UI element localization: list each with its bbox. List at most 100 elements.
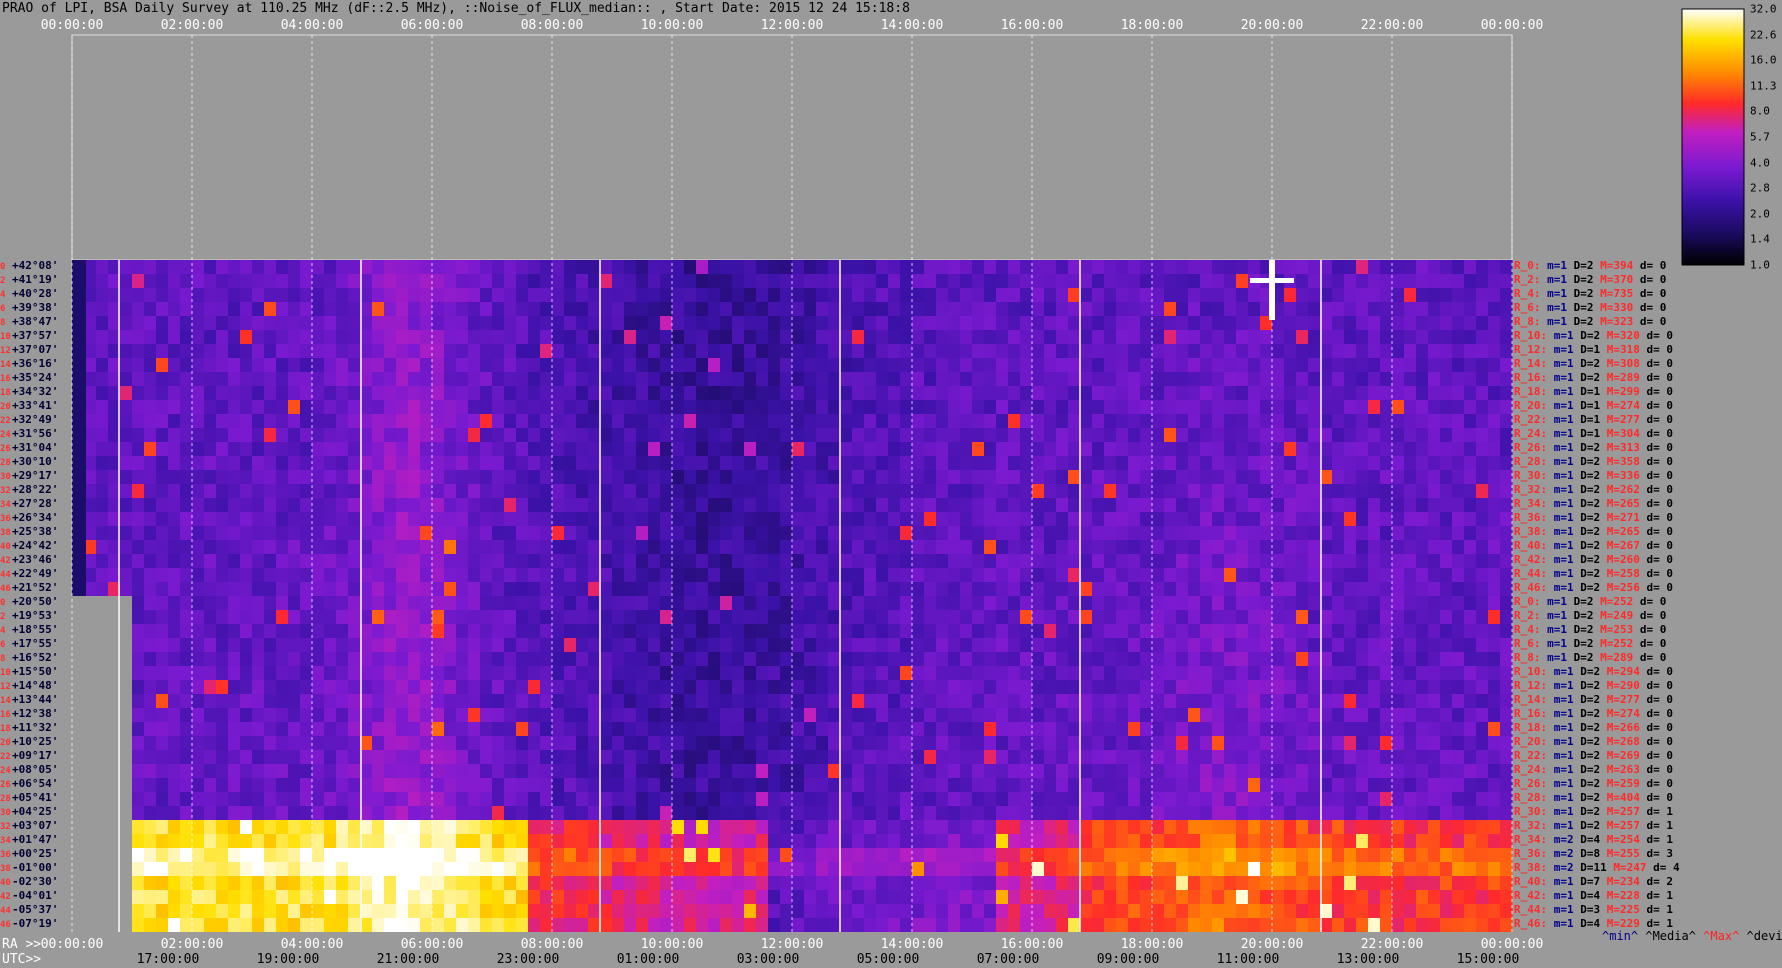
heatmap-cell (432, 442, 445, 456)
heatmap-cell (480, 638, 493, 652)
heatmap-cell (192, 414, 205, 428)
heatmap-cell (288, 848, 301, 862)
heatmap-cell (1332, 260, 1345, 274)
heatmap-cell (792, 554, 805, 568)
heatmap-cell (1344, 414, 1357, 428)
heatmap-cell (588, 638, 601, 652)
heatmap-cell (744, 638, 757, 652)
heatmap-cell (888, 414, 901, 428)
heatmap-cell (636, 260, 649, 274)
heatmap-cell (1416, 764, 1429, 778)
heatmap-cell (228, 526, 241, 540)
heatmap-cell (192, 330, 205, 344)
heatmap-cell (624, 484, 637, 498)
heatmap-cell (252, 778, 265, 792)
heatmap-cell (168, 722, 181, 736)
heatmap-cell (1428, 540, 1441, 554)
heatmap-cell (600, 400, 613, 414)
heatmap-cell (264, 540, 277, 554)
heatmap-cell (876, 582, 889, 596)
heatmap-cell (1368, 764, 1381, 778)
heatmap-cell (120, 568, 133, 582)
heatmap-cell (1404, 666, 1417, 680)
heatmap-cell (180, 316, 193, 330)
heatmap-cell (864, 666, 877, 680)
heatmap-cell (204, 442, 217, 456)
heatmap-cell (540, 302, 553, 316)
heatmap-cell (444, 806, 457, 820)
heatmap-cell (240, 414, 253, 428)
heatmap-cell (1356, 694, 1369, 708)
heatmap-cell (372, 610, 385, 624)
heatmap-cell (636, 638, 649, 652)
heatmap-cell (168, 708, 181, 722)
heatmap-cell (1392, 414, 1405, 428)
heatmap-cell (756, 750, 769, 764)
heatmap-cell (1176, 778, 1189, 792)
heatmap-cell (1320, 806, 1333, 820)
heatmap-cell (1008, 372, 1021, 386)
heatmap-cell (468, 344, 481, 358)
heatmap-cell (1356, 274, 1369, 288)
heatmap-cell (480, 722, 493, 736)
heatmap-cell (648, 596, 661, 610)
heatmap-cell (588, 428, 601, 442)
heatmap-cell (1104, 624, 1117, 638)
heatmap-cell (960, 484, 973, 498)
heatmap-cell (1404, 638, 1417, 652)
heatmap-cell (792, 722, 805, 736)
heatmap-cell (960, 736, 973, 750)
heatmap-cell (132, 680, 145, 694)
heatmap-cell (300, 316, 313, 330)
heatmap-cell (480, 610, 493, 624)
heatmap-cell (264, 344, 277, 358)
heatmap-cell (1464, 638, 1477, 652)
heatmap-cell (1500, 806, 1513, 820)
heatmap-cell (144, 274, 157, 288)
heatmap-cell (216, 484, 229, 498)
heatmap-cell (948, 834, 961, 848)
heatmap-cell (324, 750, 337, 764)
heatmap-cell (288, 568, 301, 582)
heatmap-cell (1380, 526, 1393, 540)
heatmap-cell (744, 736, 757, 750)
heatmap-cell (912, 512, 925, 526)
heatmap-cell (1368, 372, 1381, 386)
heatmap-cell (756, 708, 769, 722)
heatmap-cell (480, 694, 493, 708)
heatmap-cell (612, 526, 625, 540)
heatmap-cell (636, 428, 649, 442)
heatmap-cell (1032, 666, 1045, 680)
heatmap-cell (1044, 442, 1057, 456)
heatmap-cell (276, 288, 289, 302)
heatmap-cell (288, 638, 301, 652)
heatmap-cell (1140, 694, 1153, 708)
heatmap-cell (1164, 820, 1177, 834)
heatmap-cell (1440, 498, 1453, 512)
heatmap-cell (228, 512, 241, 526)
heatmap-cell (948, 568, 961, 582)
heatmap-cell (876, 722, 889, 736)
heatmap-cell (696, 624, 709, 638)
heatmap-cell (936, 526, 949, 540)
heatmap-cell (516, 750, 529, 764)
heatmap-cell (1380, 484, 1393, 498)
heatmap-cell (300, 694, 313, 708)
heatmap-cell (744, 722, 757, 736)
heatmap-cell (1248, 456, 1261, 470)
heatmap-cell (588, 666, 601, 680)
heatmap-cell (720, 288, 733, 302)
heatmap-cell (1476, 806, 1489, 820)
heatmap-cell (768, 764, 781, 778)
heatmap-cell (1428, 302, 1441, 316)
heatmap-cell (384, 554, 397, 568)
heatmap-cell (1200, 498, 1213, 512)
heatmap-cell (360, 470, 373, 484)
heatmap-cell (768, 484, 781, 498)
heatmap-cell (336, 848, 349, 862)
heatmap-cell (276, 638, 289, 652)
heatmap-cell (1440, 568, 1453, 582)
heatmap-cell (1380, 316, 1393, 330)
heatmap-cell (1416, 736, 1429, 750)
heatmap-cell (780, 358, 793, 372)
